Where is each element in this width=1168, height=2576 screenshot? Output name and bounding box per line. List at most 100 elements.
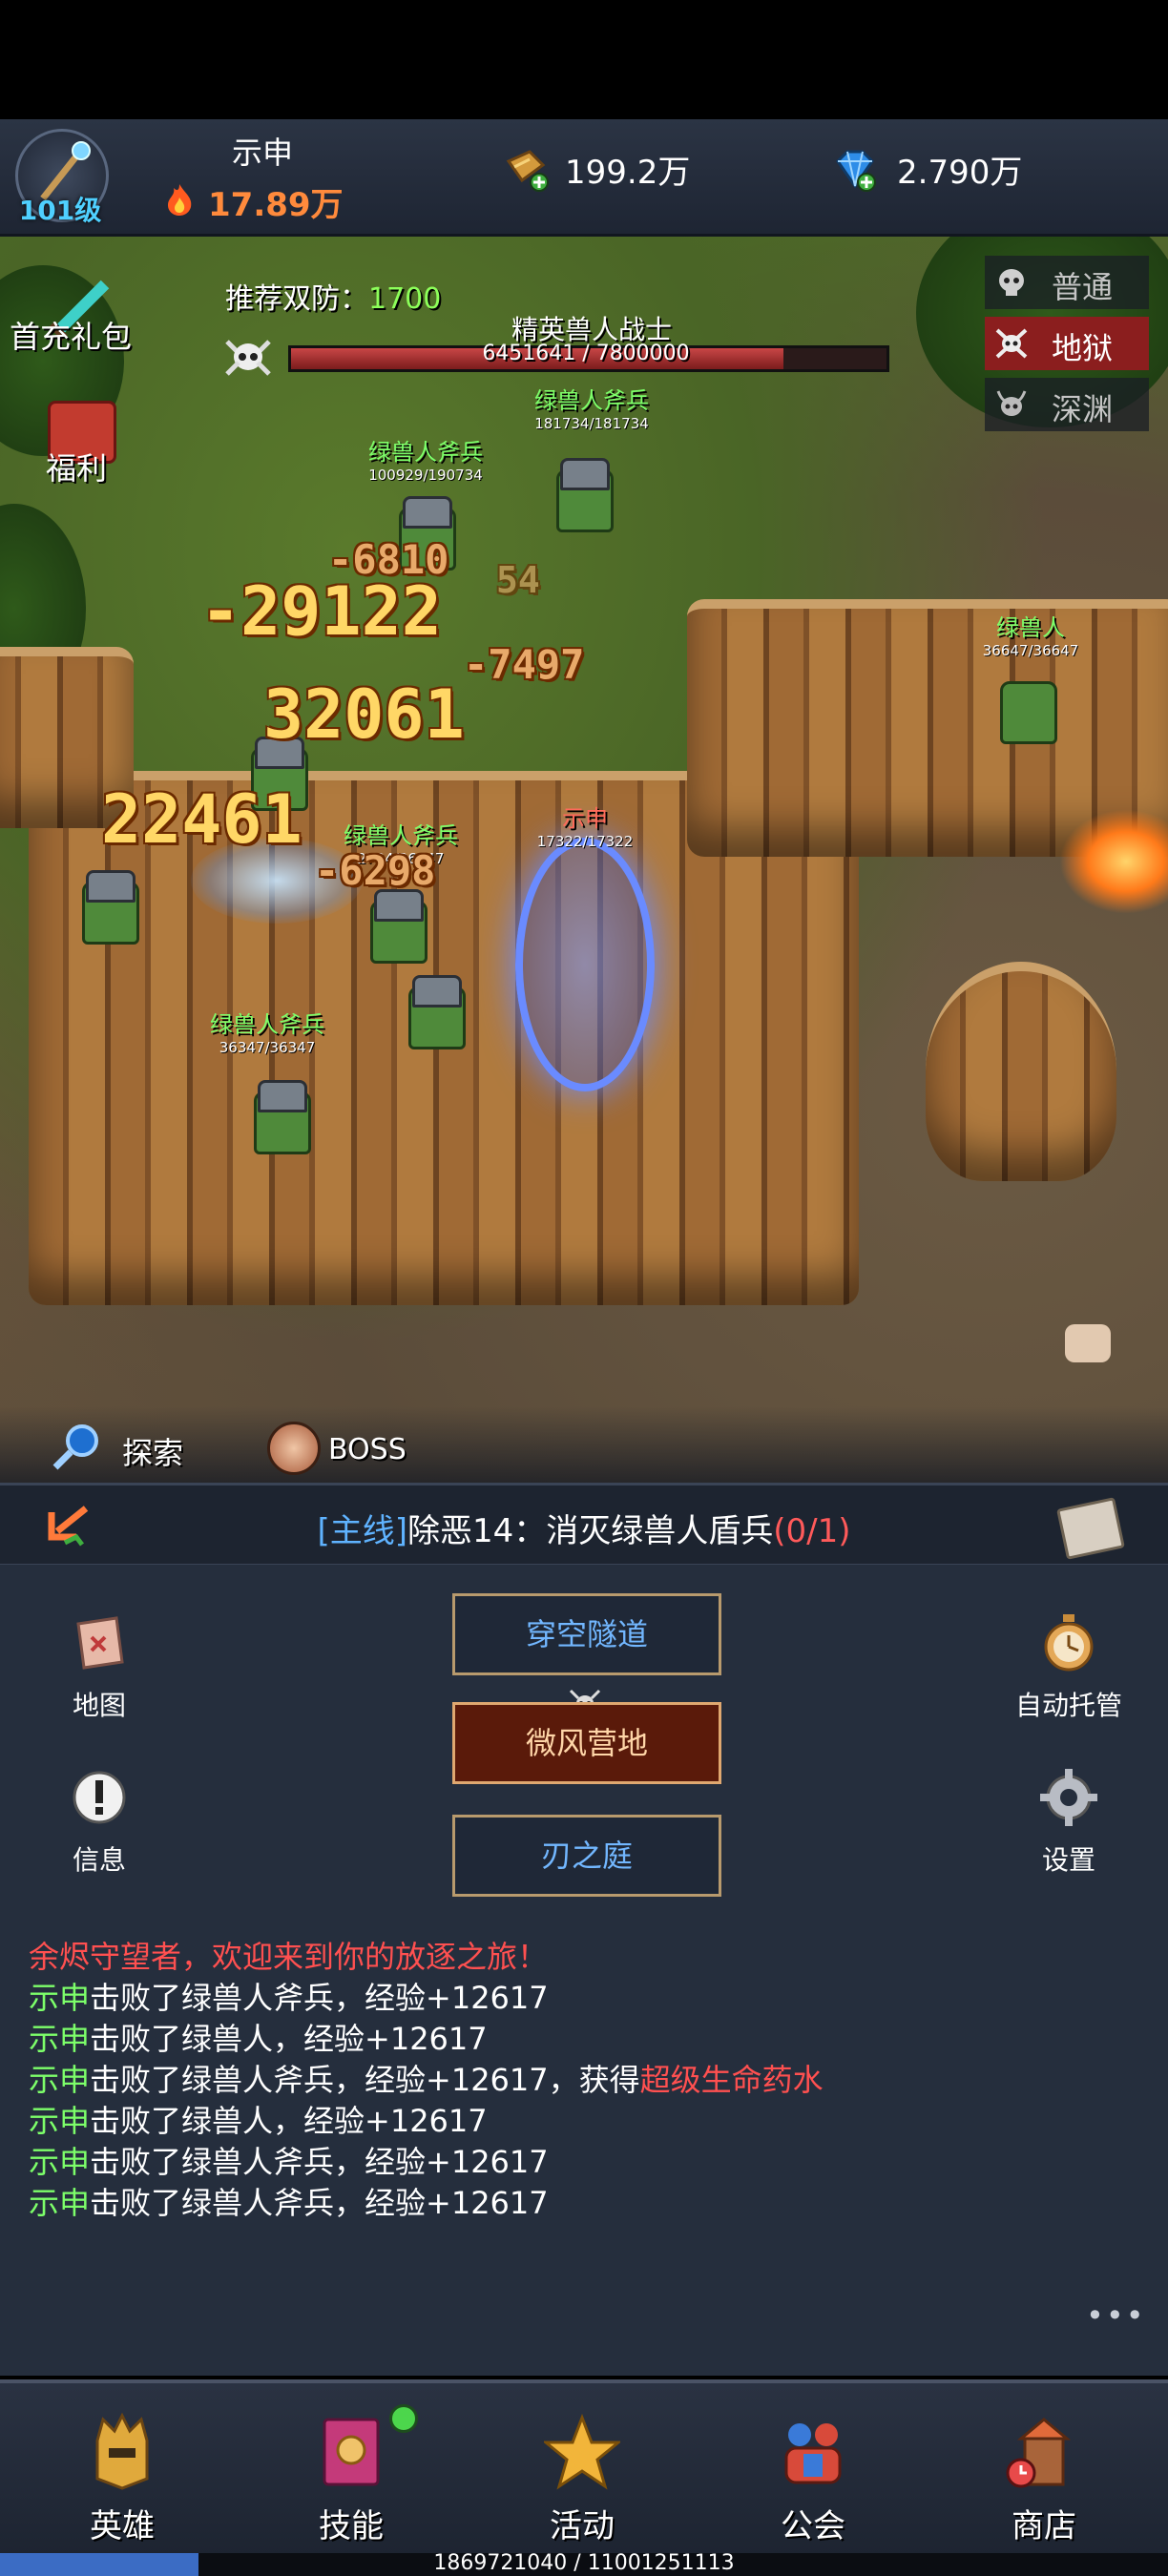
orc-axeman[interactable] [401,971,468,1049]
enemy-name: 绿兽人斧兵 [368,439,483,466]
enemy-name: 绿兽人斧兵 [534,387,649,414]
log-player: 示申 [29,2144,91,2180]
damage-number: -6810 [328,536,449,583]
log-player: 示申 [29,2185,91,2221]
difficulty-label: 地狱 [1052,330,1114,366]
nav-skills-label: 技能 [319,2507,384,2545]
horned-skull-icon [996,390,1027,416]
enemy-name: 绿兽人斧兵 [344,822,458,849]
difficulty-abyss[interactable]: 深渊 [985,378,1149,431]
main-quest-text[interactable]: [主线]除恶14：消灭绿兽人盾兵(0/1) [0,1505,1168,1551]
orc-axeman[interactable] [363,885,429,964]
shop-icon [1006,2418,1072,2488]
nav-guild[interactable]: 公会 [697,2383,929,2555]
auto-hosting-button[interactable]: 自动托管 [1002,1612,1136,1723]
quest-progress: (0/1) [773,1512,851,1550]
recommended-defense-label: 推荐双防： [225,282,368,316]
first-recharge-gift-label[interactable]: 首充礼包 [10,313,132,357]
explore-button[interactable]: 探索 [122,1429,183,1473]
enemy-hp: 36647/36647 [982,642,1079,659]
log-player: 示申 [29,2021,91,2057]
skull-icon [225,340,271,376]
boss-button[interactable]: BOSS [328,1433,407,1466]
skull-crossbones-icon [995,328,1028,359]
boss-face-icon[interactable] [267,1422,321,1475]
damage-number: -29122 [200,572,442,651]
orc-axeman[interactable] [549,454,615,532]
damage-number: 22461 [101,780,302,859]
log-item: 超级生命药水 [639,2062,824,2098]
enemy-name: 绿兽人斧兵 [210,1011,324,1038]
damage-number: 32061 [263,675,465,754]
orc-axeman[interactable] [246,1076,313,1154]
nav-events-label: 活动 [550,2507,615,2545]
log-line: 示申击败了绿兽人，经验+12617 [29,2101,1155,2142]
enemy-hp: 36347/36347 [219,1039,316,1056]
experience-text: 1869721040 / 11001251113 [433,2551,735,2575]
info-button[interactable]: 信息 [32,1767,166,1878]
difficulty-hell[interactable]: 地狱 [985,317,1149,370]
nav-hero-label: 英雄 [90,2507,155,2545]
log-line: 示申击败了绿兽人斧兵，经验+12617 [29,1978,1155,2019]
guild-icon [784,2423,842,2484]
log-message: 击败了绿兽人，经验+12617 [90,2103,488,2139]
hero-name: 示申 [562,805,608,832]
quest-description: 除恶14：消灭绿兽人盾兵 [407,1512,774,1550]
quest-bar[interactable]: [主线]除恶14：消灭绿兽人盾兵(0/1) [0,1483,1168,1567]
player-name: 示申 [231,135,293,171]
zone-breeze-camp[interactable]: 微风营地 [452,1702,721,1784]
battle-log: 余烬守望者，欢迎来到你的放逐之旅！ 示申击败了绿兽人斧兵，经验+12617 示申… [29,1937,1155,2224]
spellbook-icon [323,2418,380,2486]
settings-button[interactable]: 设置 [1002,1767,1136,1878]
log-line: 示申击败了绿兽人斧兵，经验+12617，获得超级生命药水 [29,2060,1155,2101]
more-button[interactable]: ••• [1086,2297,1146,2334]
stopwatch-icon [1044,1614,1094,1672]
helmet-icon [95,2412,149,2490]
enemy-name: 绿兽人 [996,614,1065,641]
log-message: 击败了绿兽人斧兵，经验+12617 [90,2144,549,2180]
experience-bar: 1869721040 / 11001251113 [0,2551,1168,2576]
difficulty-normal[interactable]: 普通 [985,256,1149,309]
combat-power: 17.89万 [208,186,344,224]
map-button[interactable]: 地图 [32,1612,166,1723]
log-line: 余烬守望者，欢迎来到你的放逐之旅！ [29,1937,1155,1978]
chat-bubble-icon[interactable] [1065,1324,1111,1362]
log-message: 击败了绿兽人斧兵，经验+12617 [90,2185,549,2221]
player-level: 101级 [18,195,102,226]
damage-number: 54 [496,559,540,601]
nav-shop[interactable]: 商店 [928,2383,1160,2555]
nav-events[interactable]: 活动 [466,2383,699,2555]
map-scroll-icon [76,1616,124,1670]
log-player: 示申 [29,1980,91,2016]
welfare-label[interactable]: 福利 [46,445,107,488]
quest-tag: [主线] [317,1512,407,1550]
recommended-defense-value: 1700 [368,282,442,316]
exclamation-icon [73,1771,126,1824]
nav-skills[interactable]: 技能 [235,2383,468,2555]
auto-hosting-label: 自动托管 [1014,1690,1122,1721]
enemy-label: 绿兽人 36647/36647 [954,609,1107,659]
enemy-label: 绿兽人斧兵 181734/181734 [496,382,687,432]
zone-hollow-tunnel[interactable]: 穿空隧道 [452,1593,721,1675]
damage-number: -7497 [464,641,585,688]
nav-shop-label: 商店 [1012,2507,1076,2545]
log-line: 示申击败了绿兽人斧兵，经验+12617 [29,2142,1155,2183]
rock-pillar [926,962,1116,1181]
skull-icon [999,269,1024,296]
enemy-label: 绿兽人斧兵 100929/190734 [330,433,521,484]
recommended-defense: 推荐双防：1700 [225,275,441,317]
gold-bag-icon[interactable] [501,144,551,194]
nav-hero[interactable]: 英雄 [6,2383,239,2555]
gear-icon [1040,1769,1097,1826]
hero-label: 示申 17322/17322 [523,800,647,850]
battle-scene[interactable]: 绿兽人斧兵 181734/181734 绿兽人斧兵 100929/190734 … [0,237,1168,1483]
log-message: 击败了绿兽人，经验+12617 [90,2021,488,2057]
magnifier-icon[interactable] [50,1420,103,1473]
hero-shield-effect [515,838,655,1091]
zone-blade-court[interactable]: 刃之庭 [452,1815,721,1897]
log-message: 击败了绿兽人斧兵，经验+12617，获得 [90,2062,640,2098]
orc-grunt[interactable] [992,666,1059,744]
player-header: 101级 示申 17.89万 199.2万 2.790万 [0,119,1168,237]
diamond-icon[interactable] [828,144,878,194]
orc-axeman[interactable] [74,866,141,945]
